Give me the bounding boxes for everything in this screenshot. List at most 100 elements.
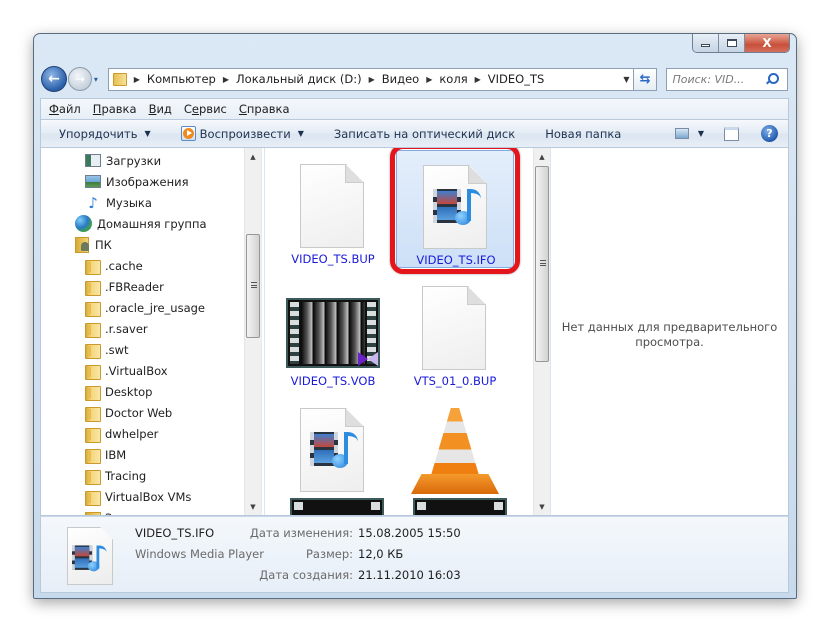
file-item[interactable]: VIDEO_TS.VOB (274, 272, 392, 390)
search-icon[interactable] (764, 72, 780, 86)
play-label: Воспроизвести (199, 126, 291, 141)
nav-item-downloads-folder[interactable]: Загрузки (85, 507, 160, 515)
nav-item-folder[interactable]: IBM (85, 444, 126, 465)
video-filmstrip-icon[interactable] (290, 498, 384, 515)
user-folder-icon (75, 237, 90, 253)
details-properties: Дата изменения: 15.08.2005 15:50 Размер:… (231, 526, 461, 589)
blank-document-icon (422, 286, 488, 372)
nav-item-folder[interactable]: Tracing (85, 465, 146, 486)
search-input[interactable] (672, 72, 765, 86)
pane-splitter[interactable] (261, 148, 265, 515)
address-bar[interactable]: ▶ Компьютер ▶ Локальный диск (D:) ▶ Виде… (107, 67, 634, 91)
video-filmstrip-icon[interactable] (413, 498, 507, 515)
nav-item-folder[interactable]: .swt (85, 339, 129, 360)
media-player-document-icon (423, 165, 489, 251)
folder-icon (85, 280, 101, 296)
nav-item-pc[interactable]: ПК (75, 234, 112, 255)
filelist-scrollbar[interactable]: ▲ ▼ (533, 148, 550, 515)
nav-item-folder[interactable]: .FBReader (85, 276, 164, 297)
file-item[interactable]: VTS_01_0.IFO (274, 394, 392, 512)
burn-disc-label: Записать на оптический диск (333, 126, 516, 141)
nav-item-folder[interactable]: .cache (85, 255, 143, 276)
nav-item-pictures[interactable]: Изображения (85, 171, 189, 192)
change-view-icon[interactable] (674, 128, 689, 139)
windows-media-player-icon (433, 187, 481, 229)
breadcrumb-separator-icon[interactable]: ▶ (134, 75, 140, 84)
nav-item-folder[interactable]: Doctor Web (85, 402, 172, 423)
scroll-down-icon[interactable]: ▼ (534, 498, 550, 515)
close-button[interactable]: X (745, 34, 789, 52)
breadcrumb-separator-icon[interactable]: ▶ (223, 75, 229, 84)
nav-item-folder[interactable]: .VirtualBox (85, 360, 168, 381)
blank-document-icon (300, 164, 366, 250)
nav-item-folder[interactable]: .r.saver (85, 318, 148, 339)
window-controls: X (692, 34, 790, 53)
breadcrumb-computer[interactable]: Компьютер (147, 72, 216, 86)
menu-file[interactable]: Файл (49, 102, 81, 116)
grip-icon (540, 260, 546, 266)
scroll-up-icon[interactable]: ▲ (534, 148, 550, 165)
file-item[interactable]: VTS_01_0.VOB (396, 394, 514, 512)
property-key: Дата создания: (259, 568, 353, 582)
address-dropdown-icon[interactable]: ▼ (623, 69, 629, 90)
file-item-selected[interactable]: VIDEO_TS.IFO (396, 150, 514, 268)
nav-item-folder[interactable]: Desktop (85, 381, 152, 402)
menu-view-label: ид (156, 102, 172, 116)
file-item[interactable]: VIDEO_TS.BUP (274, 150, 392, 268)
selected-file-icon (67, 527, 113, 585)
navpane-scrollbar[interactable]: ▲ ▼ (244, 148, 261, 515)
breadcrumb-local-disk[interactable]: Локальный диск (D:) (236, 72, 362, 86)
homegroup-icon (75, 215, 92, 232)
breadcrumb-separator-icon[interactable]: ▶ (426, 75, 432, 84)
menu-help[interactable]: Справка (239, 102, 290, 116)
scroll-up-icon[interactable]: ▲ (245, 148, 261, 165)
explorer-window: X ← → ▾ ▶ Компьютер ▶ Локальный диск (D:… (33, 33, 797, 599)
menu-edit[interactable]: Правка (93, 102, 137, 116)
folder-icon (85, 322, 101, 338)
back-button[interactable]: ← (41, 66, 67, 92)
navigation-bar: ← → ▾ ▶ Компьютер ▶ Локальный диск (D:) … (41, 65, 788, 93)
property-value[interactable]: 15.08.2005 15:50 (358, 526, 461, 547)
menu-help-label: правка (246, 102, 290, 116)
maximize-button[interactable] (719, 34, 745, 52)
nav-item-homegroup[interactable]: Домашняя группа (75, 213, 207, 234)
play-button[interactable]: Воспроизвести ▼ (180, 126, 304, 141)
breadcrumb-video-ts[interactable]: VIDEO_TS (488, 72, 545, 86)
property-value[interactable]: 21.11.2010 16:03 (358, 568, 461, 589)
view-options-dropdown[interactable]: ▼ (698, 129, 704, 138)
breadcrumb-separator-icon[interactable]: ▶ (369, 75, 375, 84)
file-item[interactable]: VTS_01_0.BUP (396, 272, 514, 390)
breadcrumb-kolya[interactable]: коля (439, 72, 467, 86)
folder-icon (85, 490, 101, 506)
forward-button[interactable]: → (67, 67, 92, 91)
refresh-button[interactable]: ⇆ (633, 67, 658, 91)
breadcrumb-video[interactable]: Видео (382, 72, 419, 86)
folder-icon (85, 301, 101, 317)
menu-view[interactable]: Вид (149, 102, 172, 116)
organize-button[interactable]: Упорядочить ▼ (59, 127, 151, 141)
nav-item-label: .r.saver (105, 321, 148, 336)
minimize-button[interactable] (693, 34, 719, 52)
filelist-scroll-thumb[interactable] (535, 166, 549, 362)
burn-disc-button[interactable]: Записать на оптический диск (334, 127, 515, 141)
maximize-icon (726, 39, 737, 47)
folder-icon (85, 259, 101, 275)
scroll-down-icon[interactable]: ▼ (245, 498, 261, 515)
breadcrumb-separator-icon[interactable]: ▶ (475, 75, 481, 84)
nav-item-folder[interactable]: VirtualBox VMs (85, 486, 191, 507)
navpane-scroll-thumb[interactable] (246, 234, 260, 338)
new-folder-button[interactable]: Новая папка (545, 127, 621, 141)
nav-item-downloads-library[interactable]: Загрузки (85, 150, 161, 171)
chevron-down-icon: ▼ (297, 129, 304, 138)
nav-item-folder[interactable]: .oracle_jre_usage (85, 297, 205, 318)
nav-item-label: Изображения (106, 174, 189, 189)
preview-pane-toggle-icon[interactable] (724, 126, 739, 141)
menu-bar: Файл Правка Вид Сервис Справка (40, 98, 789, 119)
menu-edit-label: равка (101, 102, 137, 116)
help-icon[interactable]: ? (761, 125, 778, 142)
media-player-document-icon (300, 408, 366, 494)
nav-item-music[interactable]: ♪ Музыка (85, 192, 152, 213)
recent-pages-dropdown[interactable]: ▾ (94, 75, 104, 84)
nav-item-folder[interactable]: dwhelper (85, 423, 158, 444)
menu-tools[interactable]: Сервис (184, 102, 227, 116)
